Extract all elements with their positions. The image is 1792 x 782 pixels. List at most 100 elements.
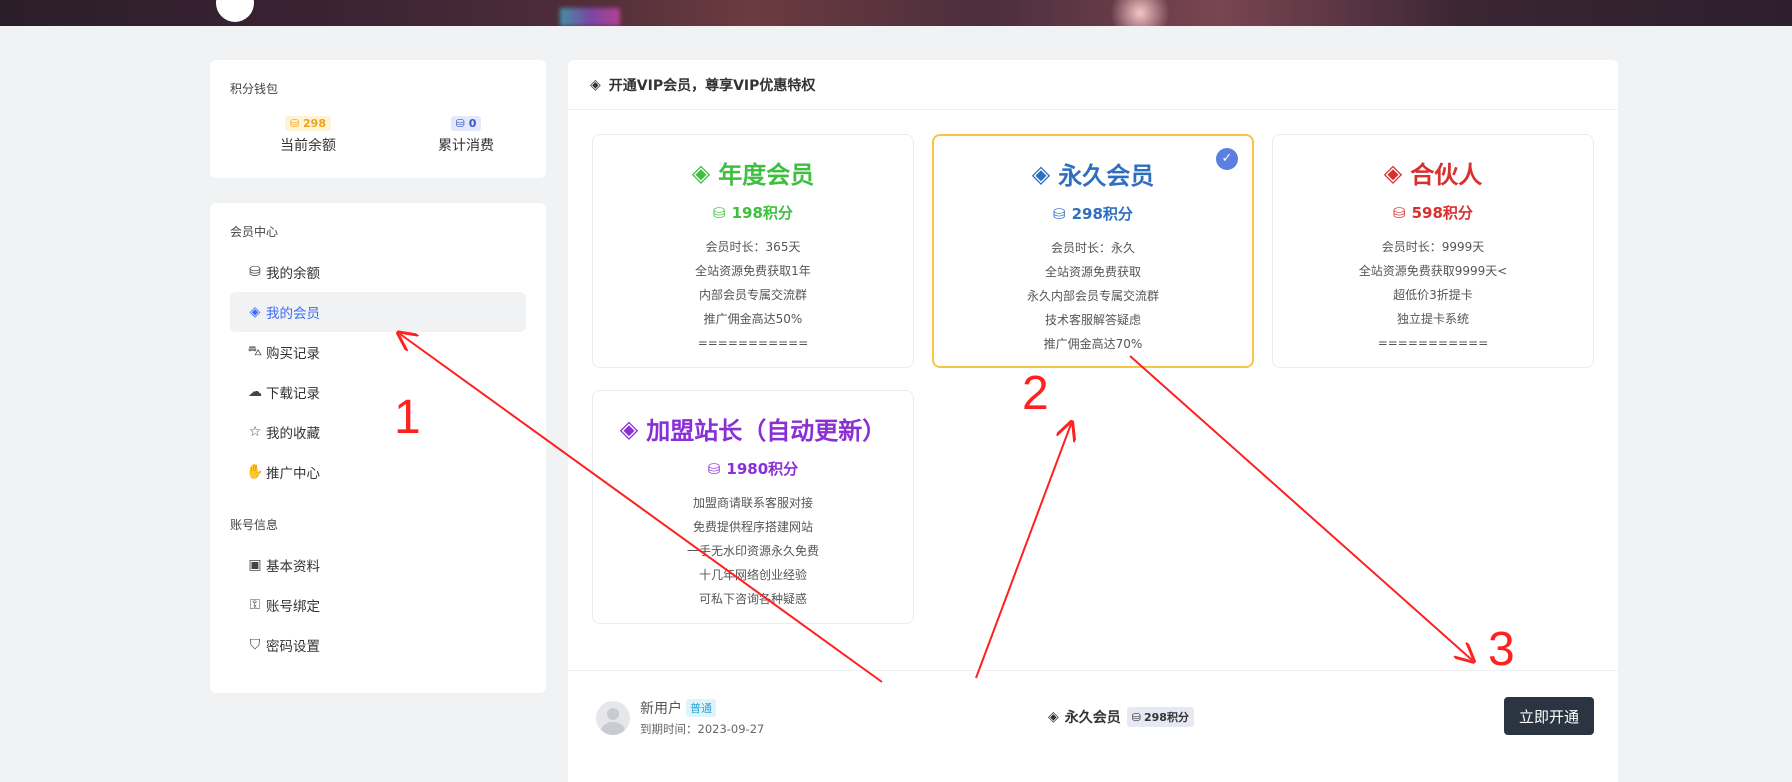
annotation-label: 2 — [1022, 367, 1049, 420]
price-chip: ⛁ 298积分 — [1126, 707, 1194, 727]
plan-price: ⛁ 298积分 — [1053, 204, 1133, 224]
plan-feature: 全站资源免费获取 — [1044, 265, 1141, 279]
buy-now-button[interactable]: 立即开通 — [1504, 697, 1594, 735]
balance-badge: ⛁ 298 — [284, 116, 331, 131]
avatar[interactable] — [216, 0, 254, 22]
member-center-card: 会员中心 ⛁ 我的余额 ◈ 我的会员 ⛍ 购买记录 ☁ 下载记录 ☆ 我的收藏 … — [210, 203, 546, 693]
checkout-bar: 新用户 普通 到期时间：2023-09-27 ◈ 永久会员 ⛁ 298积分 立即… — [568, 670, 1618, 780]
plan-title: ◈ 年度会员 — [691, 158, 815, 190]
plan-card-annual[interactable]: ◈ 年度会员 ⛁ 198积分 会员时长：365天 全站资源免费获取1年 内部会员… — [592, 134, 914, 368]
coins-icon: ⛁ — [1053, 204, 1066, 223]
cloud-download-icon: ☁ — [248, 384, 262, 400]
plan-feature: =========== — [697, 336, 809, 350]
plan-feature: 独立提卡系统 — [1396, 312, 1469, 326]
sidebar-item-balance[interactable]: ⛁ 我的余额 — [230, 252, 526, 292]
sidebar-item-label: 基本资料 — [266, 559, 320, 575]
diamond-icon: ◈ — [619, 414, 639, 443]
plan-price: ⛁ 598积分 — [1393, 203, 1473, 223]
plan-price: ⛁ 198积分 — [713, 203, 793, 223]
plan-card-franchise[interactable]: ◈ 加盟站长（自动更新） ⛁ 1980积分 加盟商请联系客服对接 免费提供程序搭… — [592, 390, 914, 624]
sidebar-item-password[interactable]: ⛉ 密码设置 — [230, 625, 526, 665]
member-center-title: 会员中心 — [230, 225, 279, 239]
plan-card-partner[interactable]: ◈ 合伙人 ⛁ 598积分 会员时长：9999天 全站资源免费获取9999天< … — [1272, 134, 1594, 368]
plan-feature: 十几年网络创业经验 — [698, 568, 807, 582]
plan-feature: 一手无水印资源永久免费 — [686, 544, 819, 558]
sidebar-item-profile[interactable]: ▣ 基本资料 — [230, 545, 526, 585]
coins-icon: ⛁ — [249, 264, 261, 280]
check-icon: ✓ — [1216, 148, 1238, 170]
sidebar-item-label: 账号绑定 — [266, 599, 320, 615]
sidebar-item-label: 我的会员 — [266, 306, 320, 322]
sidebar-item-label: 推广中心 — [266, 466, 320, 482]
sidebar-item-membership[interactable]: ◈ 我的会员 — [230, 292, 526, 332]
plan-feature: 技术客服解答疑虑 — [1044, 313, 1141, 327]
banner-glow — [1100, 0, 1180, 26]
wallet-title: 积分钱包 — [230, 82, 279, 96]
spent-stat: ⛁ 0 累计消费 — [386, 112, 546, 155]
plan-features: 会员时长：永久 全站资源免费获取 永久内部会员专属交流群 技术客服解答疑虑 推广… — [934, 236, 1252, 356]
plan-feature: 永久内部会员专属交流群 — [1026, 289, 1159, 303]
plan-feature: 会员时长：9999天 — [1381, 240, 1485, 254]
balance-label: 当前余额 — [280, 138, 336, 154]
sidebar-item-purchases[interactable]: ⛍ 购买记录 — [230, 332, 526, 372]
diamond-icon: ◈ — [249, 304, 261, 320]
sidebar-item-favorites[interactable]: ☆ 我的收藏 — [230, 412, 526, 452]
account-info-title: 账号信息 — [230, 518, 279, 532]
plan-title: ◈ 合伙人 — [1383, 158, 1483, 190]
plan-feature: 内部会员专属交流群 — [698, 288, 807, 302]
sidebar-item-promotion[interactable]: ✋ 推广中心 — [230, 452, 526, 492]
plan-feature: 免费提供程序搭建网站 — [692, 520, 813, 534]
shield-icon: ⛉ — [249, 637, 261, 653]
plan-title: ◈ 加盟站长（自动更新） — [619, 414, 887, 446]
spent-label: 累计消费 — [438, 138, 494, 154]
sidebar-item-label: 我的收藏 — [266, 426, 320, 442]
coins-icon: ⛁ — [707, 459, 721, 478]
user-level-badge: 普通 — [686, 699, 716, 717]
username: 新用户 普通 — [640, 698, 716, 718]
bind-icon: ⚿ — [249, 597, 261, 613]
panel-title: 开通VIP会员，尊享VIP优惠特权 — [608, 77, 816, 94]
diamond-icon: ◈ — [1031, 159, 1051, 188]
expire-date: 到期时间：2023-09-27 — [640, 722, 765, 736]
plan-features: 加盟商请联系客服对接 免费提供程序搭建网站 一手无水印资源永久免费 十几年网络创… — [593, 491, 913, 611]
annotation-label: 3 — [1488, 623, 1515, 676]
avatar — [596, 701, 630, 735]
id-card-icon: ▣ — [248, 557, 262, 573]
diamond-icon: ◈ — [1383, 158, 1403, 187]
plan-feature: 可私下咨询各种疑惑 — [698, 592, 807, 606]
diamond-icon: ◈ — [691, 158, 711, 187]
coins-icon: ⛁ — [713, 203, 726, 222]
plan-features: 会员时长：365天 全站资源免费获取1年 内部会员专属交流群 推广佣金高达50%… — [593, 235, 913, 355]
vip-panel: ◈ 开通VIP会员，尊享VIP优惠特权 ◈ 年度会员 ⛁ 198积分 会员时长：… — [568, 60, 1618, 782]
basket-icon: ⛍ — [247, 343, 263, 359]
plan-feature: 会员时长：永久 — [1050, 241, 1135, 255]
hand-coin-icon: ✋ — [246, 464, 264, 480]
plan-feature: 推广佣金高达50% — [703, 312, 803, 326]
plan-feature: =========== — [1377, 336, 1489, 350]
plan-feature: 加盟商请联系客服对接 — [692, 496, 813, 510]
sidebar-item-label: 我的余额 — [266, 266, 320, 282]
plan-feature: 全站资源免费获取1年 — [695, 264, 811, 278]
annotation-label: 1 — [394, 391, 421, 444]
sidebar-item-label: 购买记录 — [266, 346, 320, 362]
spent-badge: ⛁ 0 — [450, 116, 482, 131]
banner-glow — [560, 8, 620, 26]
plan-features: 会员时长：9999天 全站资源免费获取9999天< 超低价3折提卡 独立提卡系统… — [1273, 235, 1593, 355]
sidebar-item-downloads[interactable]: ☁ 下载记录 — [230, 372, 526, 412]
star-icon: ☆ — [248, 424, 262, 440]
sidebar-item-label: 下载记录 — [266, 386, 320, 402]
balance-stat: ⛁ 298 当前余额 — [228, 112, 388, 155]
panel-header: ◈ 开通VIP会员，尊享VIP优惠特权 — [568, 60, 1618, 110]
sidebar-item-binding[interactable]: ⚿ 账号绑定 — [230, 585, 526, 625]
wallet-card: 积分钱包 ⛁ 298 当前余额 ⛁ 0 累计消费 — [210, 60, 546, 178]
plan-card-permanent[interactable]: ✓ ◈ 永久会员 ⛁ 298积分 会员时长：永久 全站资源免费获取 永久内部会员… — [932, 134, 1254, 368]
plan-feature: 超低价3折提卡 — [1393, 288, 1473, 302]
plan-feature: 全站资源免费获取9999天< — [1358, 264, 1508, 278]
plan-feature: 推广佣金高达70% — [1043, 337, 1143, 351]
plan-title: ◈ 永久会员 — [1031, 159, 1155, 191]
plan-price: ⛁ 1980积分 — [707, 459, 799, 479]
selected-plan-summary: ◈ 永久会员 ⛁ 298积分 — [1048, 707, 1194, 727]
plan-feature: 会员时长：365天 — [705, 240, 801, 254]
sidebar-item-label: 密码设置 — [266, 639, 320, 655]
diamond-icon: ◈ — [590, 76, 601, 93]
